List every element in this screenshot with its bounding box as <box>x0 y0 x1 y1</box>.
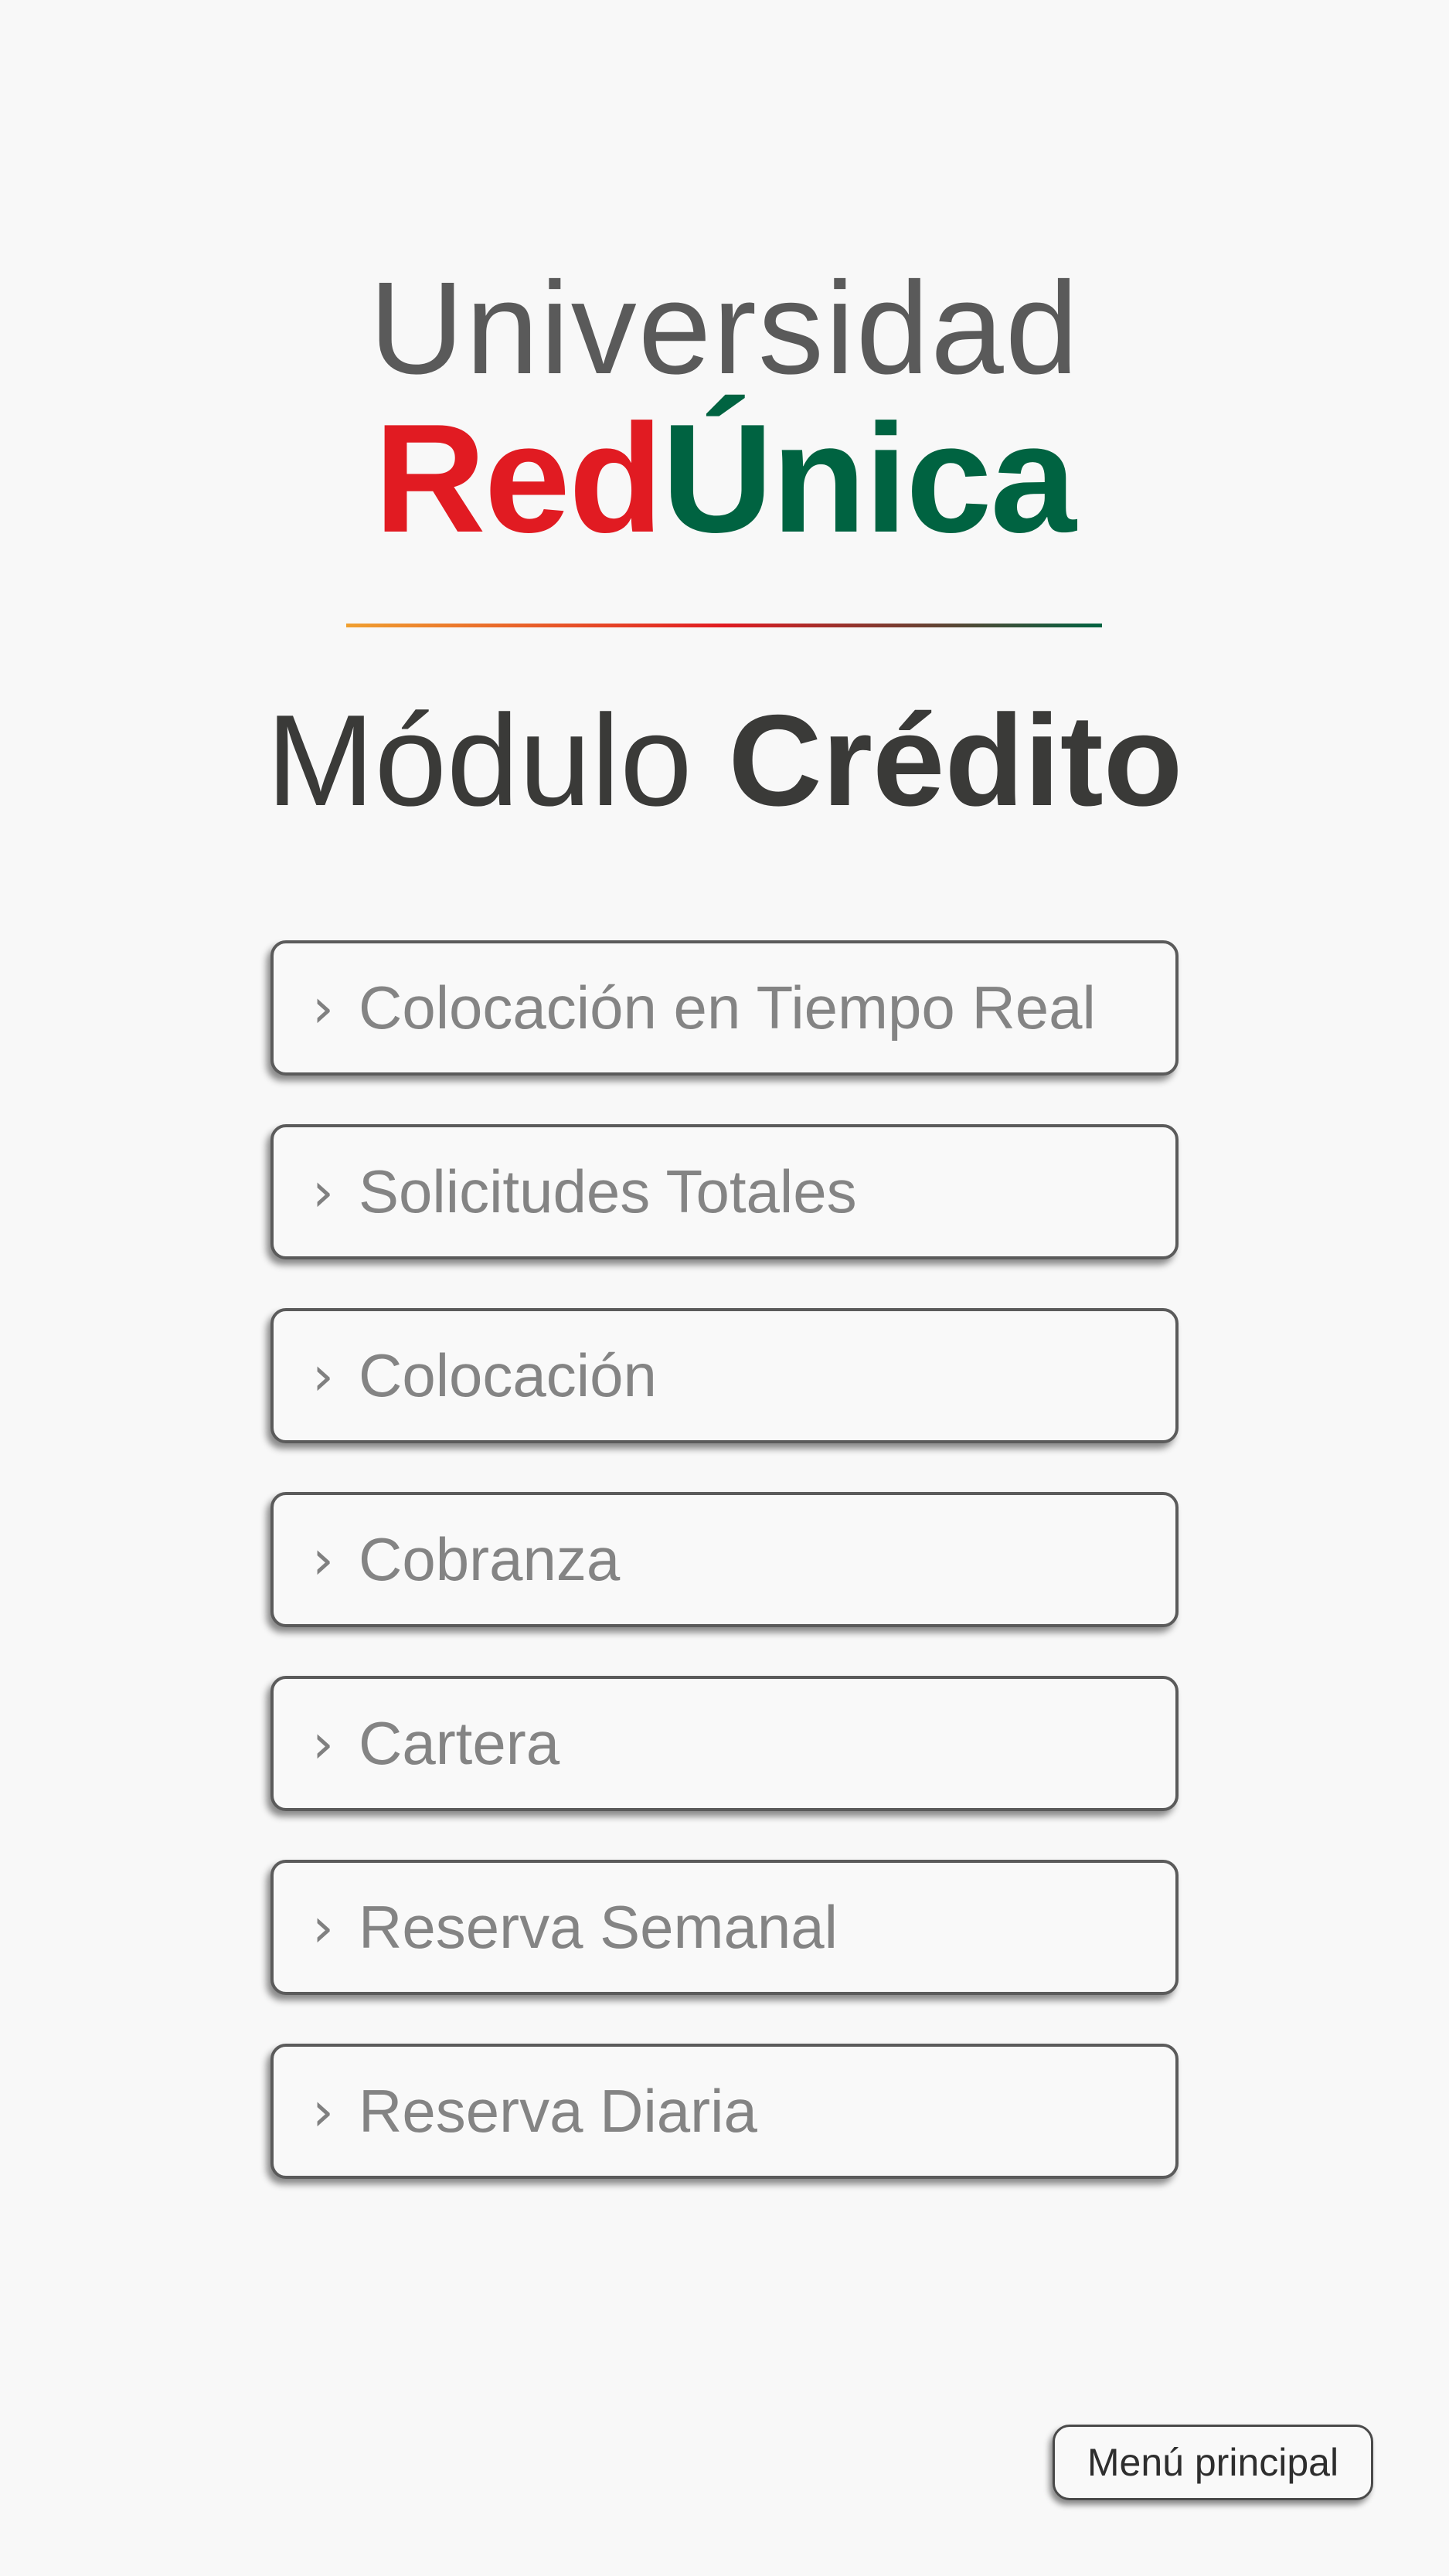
page-title-light: Módulo <box>266 688 692 833</box>
menu-item-label: Colocación en Tiempo Real <box>359 974 1096 1042</box>
universidad-redunica-logo: Universidad RedÚnica <box>0 263 1449 556</box>
logo-redunica-text: RedÚnica <box>0 402 1449 556</box>
menu-item-label: Cobranza <box>359 1525 621 1593</box>
chevron-right-icon: › <box>312 976 334 1040</box>
menu-item-cartera[interactable]: › Cartera <box>270 1676 1179 1811</box>
menu-item-label: Colocación <box>359 1341 657 1409</box>
menu-item-cobranza[interactable]: › Cobranza <box>270 1492 1179 1627</box>
menu-item-reserva-diaria[interactable]: › Reserva Diaria <box>270 2044 1179 2179</box>
chevron-right-icon: › <box>312 1895 334 1959</box>
main-menu-button[interactable]: Menú principal <box>1053 2425 1373 2500</box>
logo-universidad-text: Universidad <box>369 255 1080 402</box>
chevron-right-icon: › <box>312 1528 334 1592</box>
chevron-right-icon: › <box>312 2079 334 2143</box>
page-title-bold: Crédito <box>728 688 1183 833</box>
chevron-right-icon: › <box>312 1160 334 1224</box>
menu-item-label: Reserva Diaria <box>359 2077 757 2145</box>
menu-item-colocacion-tiempo-real[interactable]: › Colocación en Tiempo Real <box>270 940 1179 1076</box>
gradient-divider <box>346 624 1102 627</box>
module-menu: › Colocación en Tiempo Real › Solicitude… <box>270 940 1179 2228</box>
chevron-right-icon: › <box>312 1344 334 1408</box>
menu-item-label: Cartera <box>359 1709 560 1777</box>
menu-item-reserva-semanal[interactable]: › Reserva Semanal <box>270 1860 1179 1995</box>
menu-item-label: Solicitudes Totales <box>359 1157 857 1225</box>
logo-red-part: Red <box>374 393 663 565</box>
menu-item-colocacion[interactable]: › Colocación <box>270 1308 1179 1443</box>
menu-item-solicitudes-totales[interactable]: › Solicitudes Totales <box>270 1124 1179 1259</box>
page-title: Módulo Crédito <box>0 695 1449 825</box>
menu-item-label: Reserva Semanal <box>359 1893 838 1961</box>
chevron-right-icon: › <box>312 1711 334 1776</box>
logo-green-part: Única <box>662 393 1077 565</box>
